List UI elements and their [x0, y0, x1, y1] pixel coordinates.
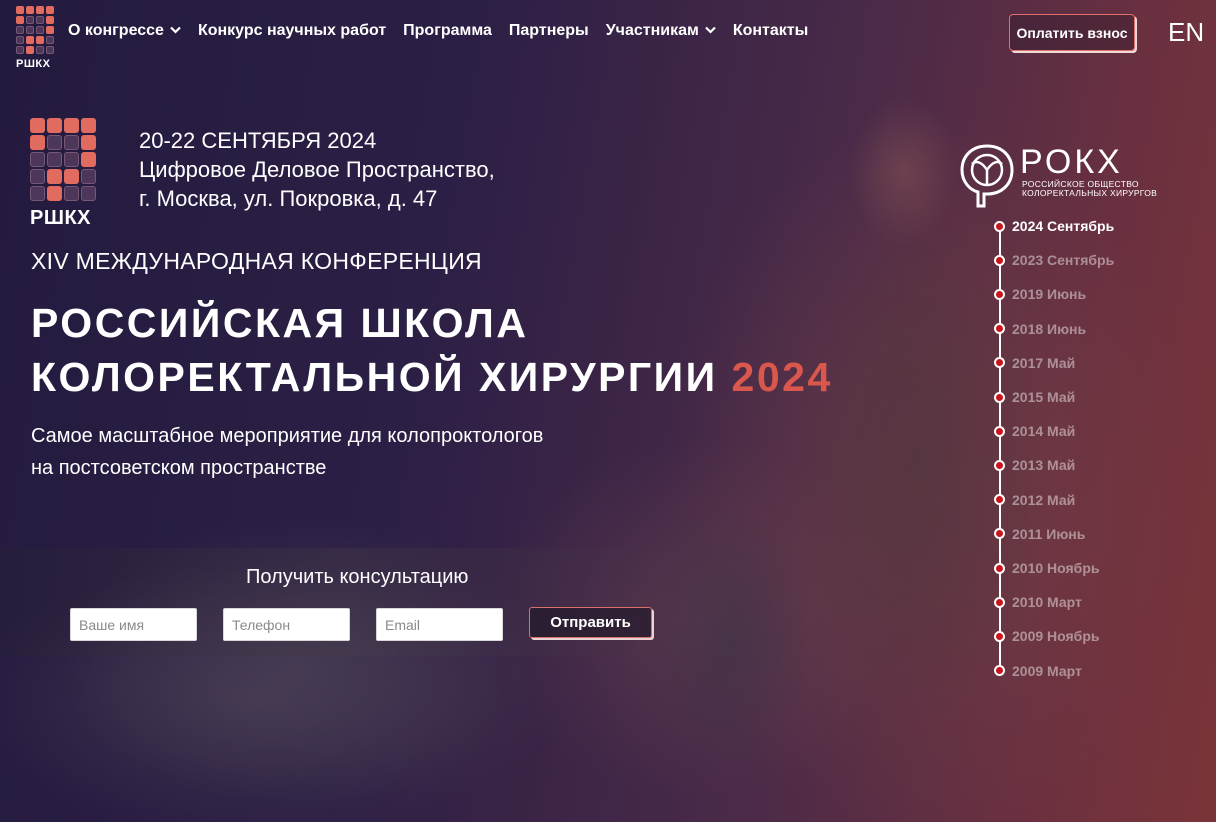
- conference-subtitle: XIV МЕЖДУНАРОДНАЯ КОНФЕРЕНЦИЯ: [31, 248, 482, 274]
- main-nav: О конгрессе Конкурс научных работ Програ…: [68, 22, 825, 40]
- chevron-down-icon: [170, 25, 181, 37]
- timeline-item-label: 2018 Июнь: [1012, 320, 1087, 337]
- timeline-item[interactable]: 2010 Март: [993, 592, 1082, 612]
- phone-field[interactable]: [223, 608, 350, 641]
- org-description: РОССИЙСКОЕ ОБЩЕСТВО КОЛОРЕКТАЛЬНЫХ ХИРУР…: [1022, 180, 1157, 198]
- nav-item-contest[interactable]: Конкурс научных работ: [198, 22, 386, 40]
- logo-wordmark: РШКХ: [16, 58, 51, 70]
- timeline-item-label: 2012 Май: [1012, 491, 1076, 508]
- timeline-dot-icon: [994, 425, 1005, 437]
- timeline-dot-icon: [994, 665, 1005, 677]
- timeline-item[interactable]: 2024 Сентябрь: [993, 216, 1114, 236]
- speaker-head-silhouette: [848, 96, 958, 246]
- timeline-dot-icon: [994, 528, 1005, 540]
- org-desc-line2: КОЛОРЕКТАЛЬНЫХ ХИРУРГОВ: [1022, 188, 1158, 198]
- logo-grid-icon: [16, 6, 56, 54]
- logo-wordmark: РШКХ: [30, 207, 91, 229]
- conference-year: 2024: [731, 354, 833, 400]
- timeline-item[interactable]: 2013 Май: [993, 455, 1075, 475]
- nav-item-about[interactable]: О конгрессе: [68, 22, 181, 40]
- timeline-item-label: 2009 Март: [1012, 662, 1082, 679]
- timeline-item-label: 2023 Сентябрь: [1012, 252, 1115, 269]
- header-logo[interactable]: РШКХ: [16, 6, 56, 70]
- org-name: РОКХ: [1020, 143, 1123, 181]
- conference-title-line1: РОССИЙСКАЯ ШКОЛА: [31, 300, 529, 346]
- org-logo: РОКХ РОССИЙСКОЕ ОБЩЕСТВО КОЛОРЕКТАЛЬНЫХ …: [958, 142, 1158, 212]
- timeline-dot-icon: [994, 220, 1005, 232]
- event-address: г. Москва, ул. Покровка, д. 47: [139, 186, 438, 211]
- timeline-item[interactable]: 2012 Май: [993, 490, 1075, 510]
- timeline-dot-icon: [994, 357, 1005, 369]
- hero-logo: РШКХ: [30, 118, 102, 229]
- tagline-line1: Самое масштабное мероприятие для колопро…: [31, 425, 544, 447]
- site-header: РШКХ О конгрессе Конкурс научных работ П…: [0, 0, 1216, 70]
- timeline-item[interactable]: 2010 Ноябрь: [993, 558, 1100, 578]
- timeline-item-label: 2017 Май: [1012, 354, 1076, 371]
- nav-item-label: Конкурс научных работ: [197, 22, 387, 39]
- nav-item-partners[interactable]: Партнеры: [509, 22, 589, 40]
- event-info: 20-22 СЕНТЯБРЯ 2024 Цифровое Деловое Про…: [139, 126, 495, 213]
- timeline-dot-icon: [994, 288, 1005, 300]
- language-switch-en[interactable]: EN: [1168, 17, 1204, 48]
- timeline-item[interactable]: 2023 Сентябрь: [993, 250, 1114, 270]
- timeline-dot-icon: [994, 391, 1005, 403]
- timeline-dot-icon: [994, 596, 1005, 608]
- timeline-item[interactable]: 2019 Июнь: [993, 284, 1086, 304]
- chevron-down-icon: [705, 25, 716, 37]
- conference-title: РОССИЙСКАЯ ШКОЛА КОЛОРЕКТАЛЬНОЙ ХИРУРГИИ…: [31, 296, 833, 404]
- nav-item-label: Контакты: [732, 22, 809, 39]
- timeline-dot-icon: [994, 254, 1005, 266]
- timeline-item-label: 2019 Июнь: [1012, 286, 1087, 303]
- timeline-item[interactable]: 2018 Июнь: [993, 319, 1086, 339]
- timeline-dot-icon: [994, 630, 1005, 642]
- nav-item-participants[interactable]: Участникам: [606, 22, 716, 40]
- conference-title-line2: КОЛОРЕКТАЛЬНОЙ ХИРУРГИИ 2024: [31, 350, 833, 404]
- nav-item-label: Партнеры: [508, 22, 589, 39]
- timeline-item-label: 2010 Ноябрь: [1012, 560, 1100, 576]
- event-venue: Цифровое Деловое Пространство,: [139, 157, 495, 182]
- year-timeline: 2024 Сентябрь 2023 Сентябрь 2019 Июнь 2018 …: [993, 216, 1193, 686]
- timeline-dot-icon: [994, 562, 1005, 574]
- timeline-item-label: 2014 Май: [1012, 423, 1076, 440]
- consultation-title: Получить консультацию: [246, 566, 469, 588]
- hero-tagline: Самое масштабное мероприятие для колопро…: [31, 420, 543, 484]
- nav-item-contacts[interactable]: Контакты: [733, 22, 808, 40]
- org-emblem-icon: [960, 144, 1014, 208]
- submit-button[interactable]: Отправить: [529, 607, 652, 638]
- timeline-dot-icon: [994, 494, 1005, 506]
- timeline-item[interactable]: 2014 Май: [993, 421, 1075, 441]
- event-dates: 20-22 СЕНТЯБРЯ 2024: [139, 128, 377, 153]
- timeline-dot-icon: [994, 323, 1005, 335]
- timeline-item-label: 2013 Май: [1012, 457, 1076, 474]
- timeline-item-label: 2009 Ноябрь: [1012, 628, 1100, 645]
- timeline-item-label: 2015 Май: [1012, 389, 1076, 405]
- name-field[interactable]: [70, 608, 197, 641]
- nav-item-label: О конгрессе: [68, 22, 164, 39]
- conference-title-text: КОЛОРЕКТАЛЬНОЙ ХИРУРГИИ: [31, 354, 718, 400]
- nav-item-label: Программа: [403, 22, 492, 39]
- timeline-item-label: 2011 Июнь: [1012, 525, 1086, 542]
- timeline-item[interactable]: 2017 Май: [993, 353, 1075, 373]
- nav-item-program[interactable]: Программа: [403, 22, 492, 40]
- logo-grid-icon: [30, 118, 102, 201]
- pay-fee-button[interactable]: Оплатить взнос: [1009, 14, 1135, 51]
- timeline-item[interactable]: 2011 Июнь: [993, 524, 1085, 544]
- timeline-item[interactable]: 2009 Ноябрь: [993, 626, 1100, 646]
- timeline-item-label: 2010 Март: [1012, 594, 1082, 611]
- timeline-dot-icon: [994, 459, 1005, 471]
- timeline-item[interactable]: 2009 Март: [993, 661, 1082, 681]
- email-field[interactable]: [376, 608, 503, 641]
- nav-item-label: Участникам: [605, 22, 699, 39]
- tagline-line2: на постсоветском пространстве: [31, 457, 327, 479]
- timeline-item-label: 2024 Сентябрь: [1012, 218, 1115, 234]
- timeline-item[interactable]: 2015 Май: [993, 387, 1075, 407]
